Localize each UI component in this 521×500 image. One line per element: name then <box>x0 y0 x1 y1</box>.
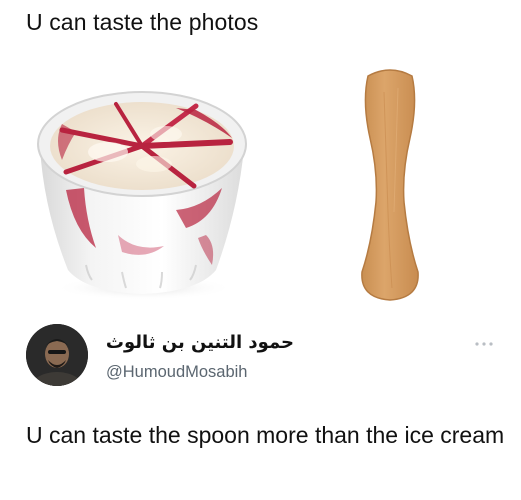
display-name[interactable]: حمود التنين بن ثالوث <box>104 332 294 354</box>
tweet-text: U can taste the spoon more than the ice … <box>26 422 505 448</box>
more-options-icon[interactable] <box>474 340 494 348</box>
tweet-card: حمود التنين بن ثالوث @HumoudMosabih U ca… <box>0 318 521 500</box>
wooden-spoon-icon <box>361 69 419 301</box>
ice-cream-cup-icon <box>37 91 247 300</box>
avatar[interactable] <box>26 324 88 386</box>
user-handle[interactable]: @HumoudMosabih <box>106 362 247 382</box>
post-caption: U can taste the photos <box>26 9 259 35</box>
